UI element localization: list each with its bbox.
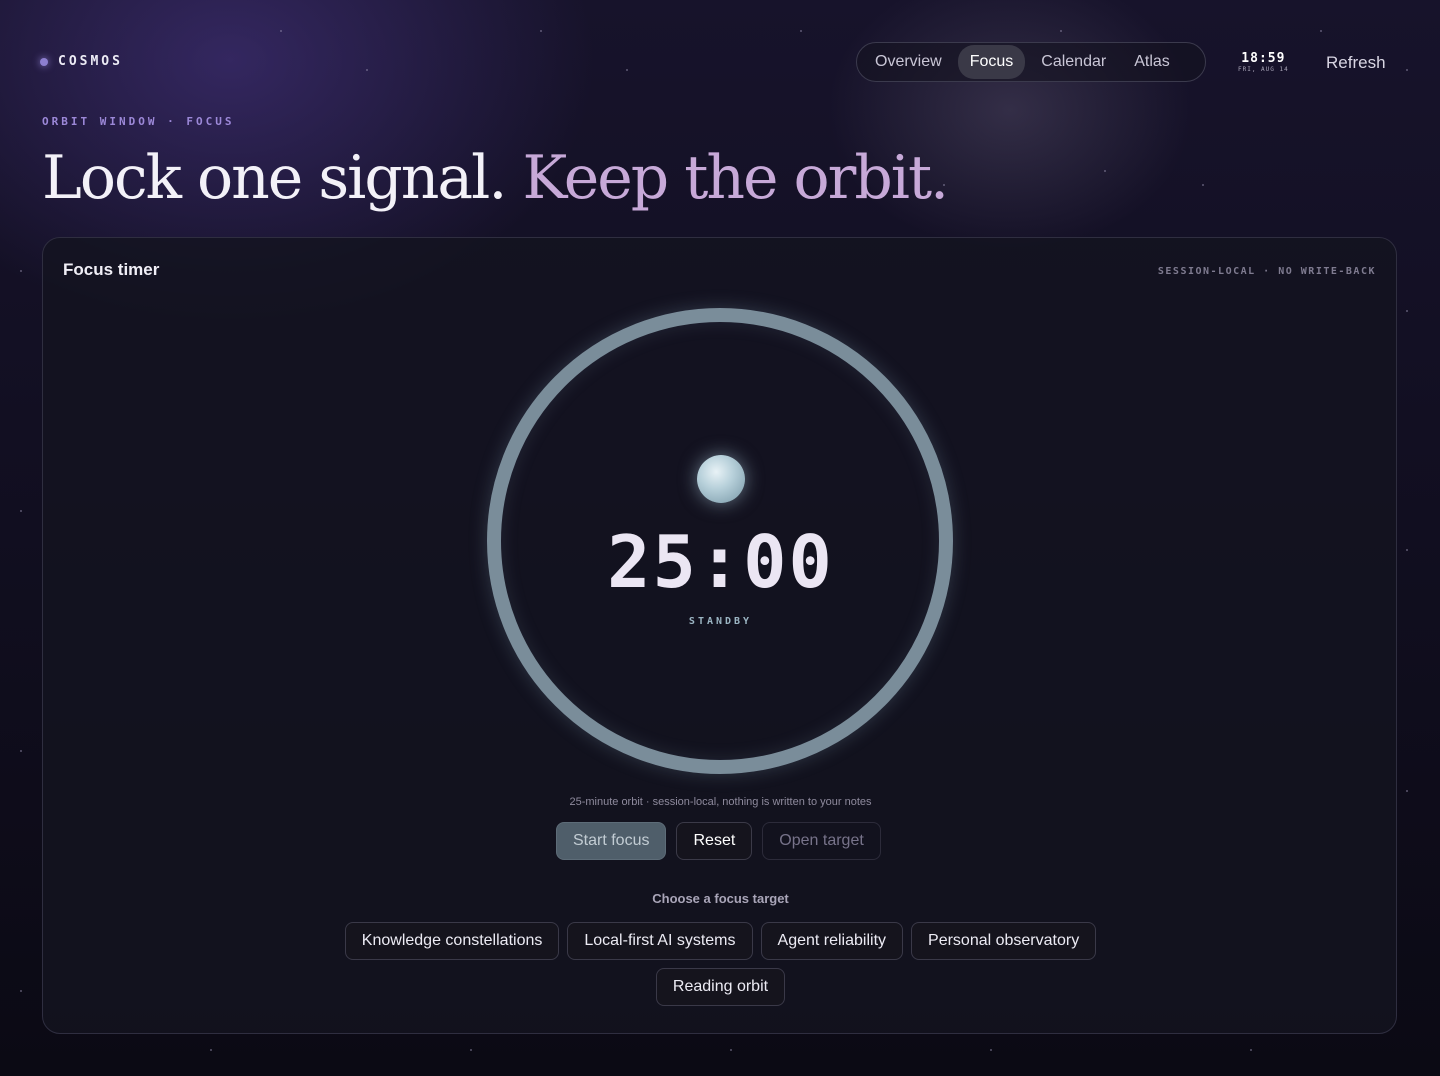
page-eyebrow: ORBIT WINDOW · FOCUS	[42, 115, 235, 128]
panel-title: Focus timer	[63, 260, 160, 279]
reset-button[interactable]: Reset	[676, 822, 753, 860]
page-title-accent: Keep the orbit.	[522, 143, 950, 213]
brand-dot-icon	[40, 57, 48, 66]
orbit-orb-icon	[697, 455, 745, 503]
focus-target-chip[interactable]: Agent reliability	[760, 922, 904, 960]
page-title: Lock one signal. Keep the orbit.	[42, 140, 950, 216]
nav-item-overview[interactable]: Overview	[863, 45, 954, 79]
refresh-button[interactable]: Refresh	[1326, 53, 1386, 73]
page-title-main: Lock one signal.	[42, 143, 507, 213]
focus-target-list: Knowledge constellations Local-first AI …	[323, 922, 1118, 1006]
nav-item-atlas[interactable]: Atlas	[1122, 45, 1182, 79]
brand-name: COSMOS	[58, 54, 123, 69]
timer-hint: 25-minute orbit · session-local, nothing…	[569, 796, 872, 808]
focus-target-chip[interactable]: Reading orbit	[655, 968, 786, 1006]
timer-controls: Start focus Reset Open target	[556, 822, 881, 860]
open-target-button[interactable]: Open target	[762, 822, 881, 860]
nav-item-calendar[interactable]: Calendar	[1029, 45, 1118, 79]
start-focus-button[interactable]: Start focus	[556, 822, 667, 860]
panel-meta: SESSION-LOCAL · NO WRITE-BACK	[1157, 266, 1376, 277]
timer-status: STANDBY	[688, 616, 753, 627]
focus-target-chip[interactable]: Local-first AI systems	[567, 922, 753, 960]
main-nav: Overview Focus Calendar Atlas	[856, 42, 1206, 82]
clock-time: 18:59	[1241, 51, 1286, 66]
timer-display: 25:00	[607, 520, 834, 604]
clock: 18:59 FRI, AUG 14	[1238, 52, 1289, 74]
choose-target-label: Choose a focus target	[652, 891, 789, 906]
focus-target-chip[interactable]: Knowledge constellations	[344, 922, 560, 960]
focus-timer-panel: Focus timer SESSION-LOCAL · NO WRITE-BAC…	[42, 237, 1397, 1034]
brand-logo[interactable]: COSMOS	[40, 54, 123, 69]
focus-target-chip[interactable]: Personal observatory	[911, 922, 1097, 960]
clock-date: FRI, AUG 14	[1238, 66, 1289, 73]
nav-item-focus[interactable]: Focus	[957, 45, 1026, 79]
